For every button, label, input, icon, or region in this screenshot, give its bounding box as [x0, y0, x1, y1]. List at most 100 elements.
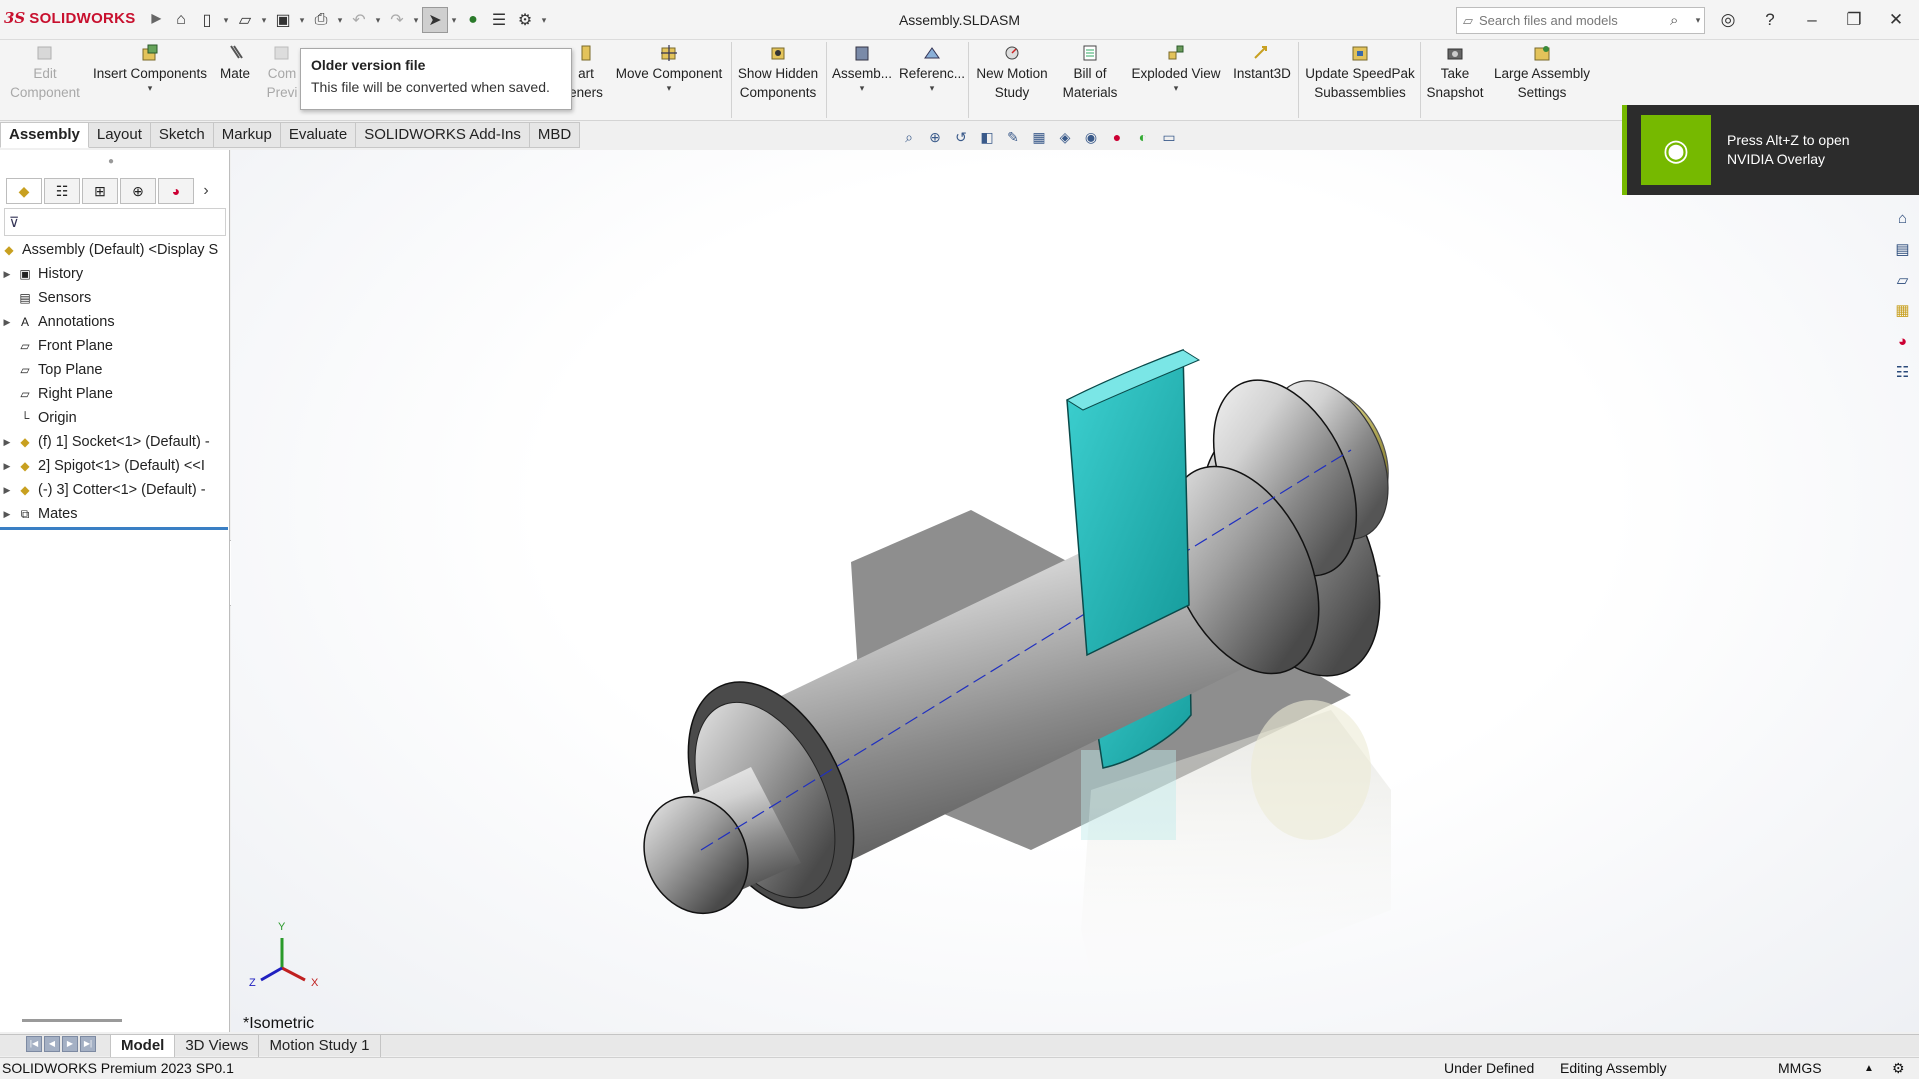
- edit-component-button[interactable]: Edit Component: [4, 44, 86, 118]
- tree-item-origin[interactable]: └ Origin: [0, 406, 230, 430]
- display-style-icon[interactable]: ◈: [1054, 126, 1076, 148]
- display-manager-tab-icon[interactable]: ◕: [158, 178, 194, 204]
- dimxpert-tab-icon[interactable]: ⊕: [120, 178, 156, 204]
- tree-filter[interactable]: ⊽: [4, 208, 226, 236]
- unit-system[interactable]: MMGS: [1778, 1058, 1822, 1079]
- options-caret-icon[interactable]: ▾: [538, 15, 550, 26]
- assembly-features-button[interactable]: Assemb... ▾: [830, 44, 894, 118]
- tree-item-cotter[interactable]: ▶ ◆ (-) 3] Cotter<1> (Default) -: [0, 478, 230, 502]
- tab-addins[interactable]: SOLIDWORKS Add-Ins: [356, 122, 530, 148]
- mate-button[interactable]: Mate: [214, 44, 256, 118]
- tree-item-sensors[interactable]: ▤ Sensors: [0, 286, 230, 310]
- help-icon[interactable]: ?: [1755, 6, 1785, 34]
- feature-manager-tab-icon[interactable]: ◆: [6, 178, 42, 204]
- file-explorer-icon[interactable]: ▱: [1890, 266, 1916, 293]
- update-speedpak-button[interactable]: Update SpeedPak Subassemblies: [1302, 44, 1418, 118]
- tree-item-annotations[interactable]: ▶ A Annotations: [0, 310, 230, 334]
- view-palette-icon[interactable]: ▦: [1890, 297, 1916, 324]
- save-caret-icon[interactable]: ▾: [296, 15, 308, 26]
- search-box[interactable]: ▱ Search files and models ⌕ ▾: [1456, 7, 1705, 34]
- tab-sketch[interactable]: Sketch: [150, 122, 214, 148]
- minimize-icon[interactable]: –: [1797, 6, 1827, 34]
- tab-layout[interactable]: Layout: [88, 122, 151, 148]
- smart-fasteners-button[interactable]: art eners: [566, 44, 606, 118]
- tab-3d-views[interactable]: 3D Views: [174, 1034, 258, 1057]
- more-tabs-chevron-icon[interactable]: ›: [196, 178, 216, 204]
- options-gear-icon[interactable]: ⚙: [512, 7, 538, 33]
- undo-icon[interactable]: ↶: [346, 7, 372, 33]
- instant3d-button[interactable]: Instant3D: [1228, 44, 1296, 118]
- component-preview-button[interactable]: Com Previ: [262, 44, 302, 118]
- tree-item-history[interactable]: ▶ ▣ History: [0, 262, 230, 286]
- property-manager-tab-icon[interactable]: ☷: [44, 178, 80, 204]
- redo-icon[interactable]: ↷: [384, 7, 410, 33]
- open-caret-icon[interactable]: ▾: [258, 15, 270, 26]
- zoom-to-fit-icon[interactable]: ⌕: [898, 126, 920, 148]
- rebuild-icon[interactable]: ●: [460, 7, 486, 33]
- open-folder-icon[interactable]: ▱: [232, 7, 258, 33]
- bill-of-materials-button[interactable]: Bill of Materials: [1056, 44, 1124, 118]
- expand-arrow-icon[interactable]: ▶: [0, 509, 14, 520]
- tree-item-top-plane[interactable]: ▱ Top Plane: [0, 358, 230, 382]
- solidworks-resources-icon[interactable]: ⌂: [1890, 205, 1916, 232]
- undo-caret-icon[interactable]: ▾: [372, 15, 384, 26]
- dynamic-annotation-icon[interactable]: ✎: [1002, 126, 1024, 148]
- horizontal-scrollbar[interactable]: [22, 1019, 122, 1022]
- tab-assembly[interactable]: Assembly: [0, 122, 89, 148]
- expand-arrow-icon[interactable]: ▶: [0, 461, 14, 472]
- new-caret-icon[interactable]: ▾: [220, 15, 232, 26]
- expand-arrow-icon[interactable]: ▶: [0, 317, 14, 328]
- print-caret-icon[interactable]: ▾: [334, 15, 346, 26]
- edit-appearance-icon[interactable]: ●: [1106, 126, 1128, 148]
- expand-arrow-icon[interactable]: ▶: [0, 269, 14, 280]
- file-properties-icon[interactable]: ☰: [486, 7, 512, 33]
- last-tab-icon[interactable]: ▶|: [80, 1035, 96, 1052]
- show-hidden-components-button[interactable]: Show Hidden Components: [734, 44, 822, 118]
- solidworks-logo[interactable]: 3S SOLIDWORKS ▶: [4, 9, 161, 27]
- redo-caret-icon[interactable]: ▾: [410, 15, 422, 26]
- select-caret-icon[interactable]: ▾: [448, 15, 460, 26]
- tree-item-front-plane[interactable]: ▱ Front Plane: [0, 334, 230, 358]
- configuration-manager-tab-icon[interactable]: ⊞: [82, 178, 118, 204]
- tab-mbd[interactable]: MBD: [529, 122, 581, 148]
- save-icon[interactable]: ▣: [270, 7, 296, 33]
- hide-show-icon[interactable]: ◉: [1080, 126, 1102, 148]
- section-view-icon[interactable]: ◧: [976, 126, 998, 148]
- expand-arrow-icon[interactable]: ▶: [0, 485, 14, 496]
- tree-root-assembly[interactable]: ◆ Assembly (Default) <Display S: [0, 238, 230, 262]
- select-cursor-icon[interactable]: ➤: [422, 7, 448, 33]
- insert-components-button[interactable]: Insert Components ▾: [90, 44, 210, 118]
- tab-evaluate[interactable]: Evaluate: [280, 122, 357, 148]
- custom-properties-icon[interactable]: ☷: [1890, 358, 1916, 385]
- previous-view-icon[interactable]: ↺: [950, 126, 972, 148]
- tab-markup[interactable]: Markup: [213, 122, 281, 148]
- home-icon[interactable]: ⌂: [168, 7, 194, 33]
- first-tab-icon[interactable]: |◀: [26, 1035, 42, 1052]
- tree-item-right-plane[interactable]: ▱ Right Plane: [0, 382, 230, 406]
- expand-arrow-icon[interactable]: ▶: [0, 437, 14, 448]
- appearances-icon[interactable]: ◕: [1890, 328, 1916, 355]
- view-orientation-icon[interactable]: ▦: [1028, 126, 1050, 148]
- new-motion-study-button[interactable]: New Motion Study: [970, 44, 1054, 118]
- status-settings-icon[interactable]: ⚙: [1892, 1058, 1905, 1079]
- search-icon[interactable]: ⌕: [1670, 12, 1692, 29]
- restore-icon[interactable]: ❐: [1839, 6, 1869, 34]
- panel-grip-icon[interactable]: ●: [108, 156, 114, 167]
- close-icon[interactable]: ✕: [1881, 6, 1911, 34]
- view-settings-icon[interactable]: ▭: [1158, 126, 1180, 148]
- apply-scene-icon[interactable]: ◐: [1132, 126, 1154, 148]
- design-library-icon[interactable]: ▤: [1890, 236, 1916, 263]
- reference-geometry-button[interactable]: Referenc... ▾: [898, 44, 966, 118]
- tree-rollback-bar[interactable]: [0, 527, 228, 530]
- tree-item-socket[interactable]: ▶ ◆ (f) 1] Socket<1> (Default) -: [0, 430, 230, 454]
- print-icon[interactable]: ⎙: [308, 7, 334, 33]
- next-tab-icon[interactable]: ▶: [62, 1035, 78, 1052]
- exploded-view-button[interactable]: Exploded View ▾: [1128, 44, 1224, 118]
- nvidia-overlay-toast[interactable]: ◉ Press Alt+Z to open NVIDIA Overlay: [1622, 105, 1919, 195]
- assembly-model[interactable]: Y X Z: [231, 150, 1919, 1032]
- tree-item-mates[interactable]: ▶ ⧉ Mates: [0, 502, 230, 526]
- prev-tab-icon[interactable]: ◀: [44, 1035, 60, 1052]
- large-assembly-settings-button[interactable]: Large Assembly Settings: [1490, 44, 1594, 118]
- tab-model[interactable]: Model: [110, 1034, 175, 1057]
- tab-motion-study-1[interactable]: Motion Study 1: [258, 1034, 381, 1057]
